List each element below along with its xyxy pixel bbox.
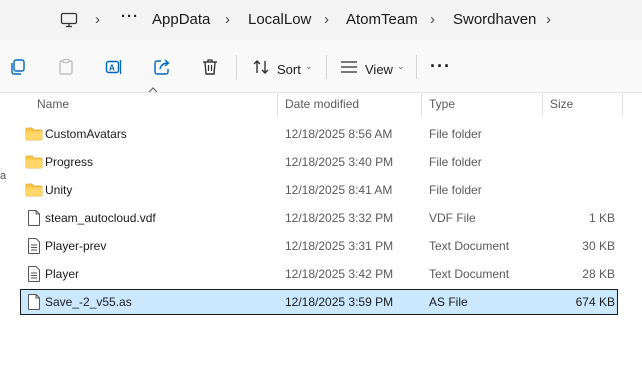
folder-icon [25,155,43,169]
view-icon[interactable] [340,58,358,76]
this-pc-icon[interactable] [60,11,78,29]
file-name: Player-prev [45,239,107,253]
file-icon [28,210,40,226]
column-header-name[interactable]: Name [37,97,69,111]
file-name: Unity [45,183,73,197]
file-name: Player [45,267,80,281]
file-type: Text Document [429,239,510,253]
toolbar-divider [326,55,327,79]
breadcrumb-atomteam[interactable]: AtomTeam [346,11,418,28]
column-divider[interactable] [421,92,422,117]
file-row[interactable]: Unity 12/18/2025 8:41 AM File folder [20,177,618,203]
chevron-right-icon[interactable]: › [225,11,230,28]
file-type: File folder [429,155,482,169]
file-row[interactable]: Progress 12/18/2025 3:40 PM File folder [20,149,618,175]
toolbar-divider [236,55,237,79]
left-pane-text: a [0,170,7,182]
sort-button[interactable]: Sort [277,62,301,77]
file-date: 12/18/2025 3:42 PM [285,267,394,281]
paste-icon[interactable] [57,58,75,76]
column-divider[interactable] [277,92,278,117]
file-size: 674 KB [575,295,615,309]
copy-icon[interactable] [9,58,27,76]
share-icon[interactable] [153,58,171,76]
column-divider[interactable] [622,92,623,117]
file-icon [28,294,40,310]
file-row[interactable]: Player-prev 12/18/2025 3:31 PM Text Docu… [20,233,618,259]
toolbar-divider [416,55,417,79]
chevron-right-icon[interactable]: › [430,11,435,28]
file-type: AS File [429,295,468,309]
file-date: 12/18/2025 3:59 PM [285,295,394,309]
chevron-right-icon[interactable]: › [546,11,551,28]
rename-icon[interactable]: A [105,58,123,76]
svg-text:A: A [109,64,115,73]
file-type: File folder [429,183,482,197]
file-date: 12/18/2025 8:56 AM [285,127,393,141]
column-header-date[interactable]: Date modified [285,97,359,111]
address-bar: › ··· AppData › LocalLow › AtomTeam › Sw… [0,0,642,40]
column-divider[interactable] [542,92,543,117]
file-name: Progress [45,155,94,169]
breadcrumb-swordhaven[interactable]: Swordhaven [453,11,536,28]
file-size: 28 KB [582,267,615,281]
sort-ascending-icon [148,87,158,93]
file-date: 12/18/2025 8:41 AM [285,183,393,197]
see-more-button[interactable]: ··· [430,56,451,77]
file-row[interactable]: steam_autocloud.vdf 12/18/2025 3:32 PM V… [20,205,618,231]
chevron-down-icon[interactable]: ⌄ [305,61,313,72]
chevron-right-icon[interactable]: › [95,11,100,28]
chevron-right-icon[interactable]: › [324,11,329,28]
file-name: Save_-2_v55.as [45,295,132,309]
file-type: VDF File [429,211,476,225]
file-type: Text Document [429,267,510,281]
view-button[interactable]: View [365,62,393,77]
file-type: File folder [429,127,482,141]
sort-icon[interactable] [252,58,270,76]
command-bar: A Sort ⌄ View ⌄ ··· [0,40,642,93]
file-row-selected[interactable]: Save_-2_v55.as 12/18/2025 3:59 PM AS Fil… [20,289,618,315]
file-size: 1 KB [588,211,615,225]
file-name: steam_autocloud.vdf [45,211,156,225]
folder-icon [25,183,43,197]
file-row[interactable]: CustomAvatars 12/18/2025 8:56 AM File fo… [20,121,618,147]
file-size: 30 KB [582,239,615,253]
folder-icon [25,127,43,141]
column-header-size[interactable]: Size [550,97,573,111]
delete-icon[interactable] [201,58,219,76]
file-name: CustomAvatars [45,127,127,141]
text-file-icon [28,266,40,282]
file-date: 12/18/2025 3:32 PM [285,211,394,225]
chevron-down-icon[interactable]: ⌄ [397,61,405,72]
breadcrumb-appdata[interactable]: AppData [152,11,210,28]
text-file-icon [28,238,40,254]
column-header-type[interactable]: Type [429,97,455,111]
file-date: 12/18/2025 3:40 PM [285,155,394,169]
breadcrumb-locallow[interactable]: LocalLow [248,11,311,28]
breadcrumb-overflow-button[interactable]: ··· [121,8,139,25]
file-date: 12/18/2025 3:31 PM [285,239,394,253]
file-row[interactable]: Player 12/18/2025 3:42 PM Text Document … [20,261,618,287]
